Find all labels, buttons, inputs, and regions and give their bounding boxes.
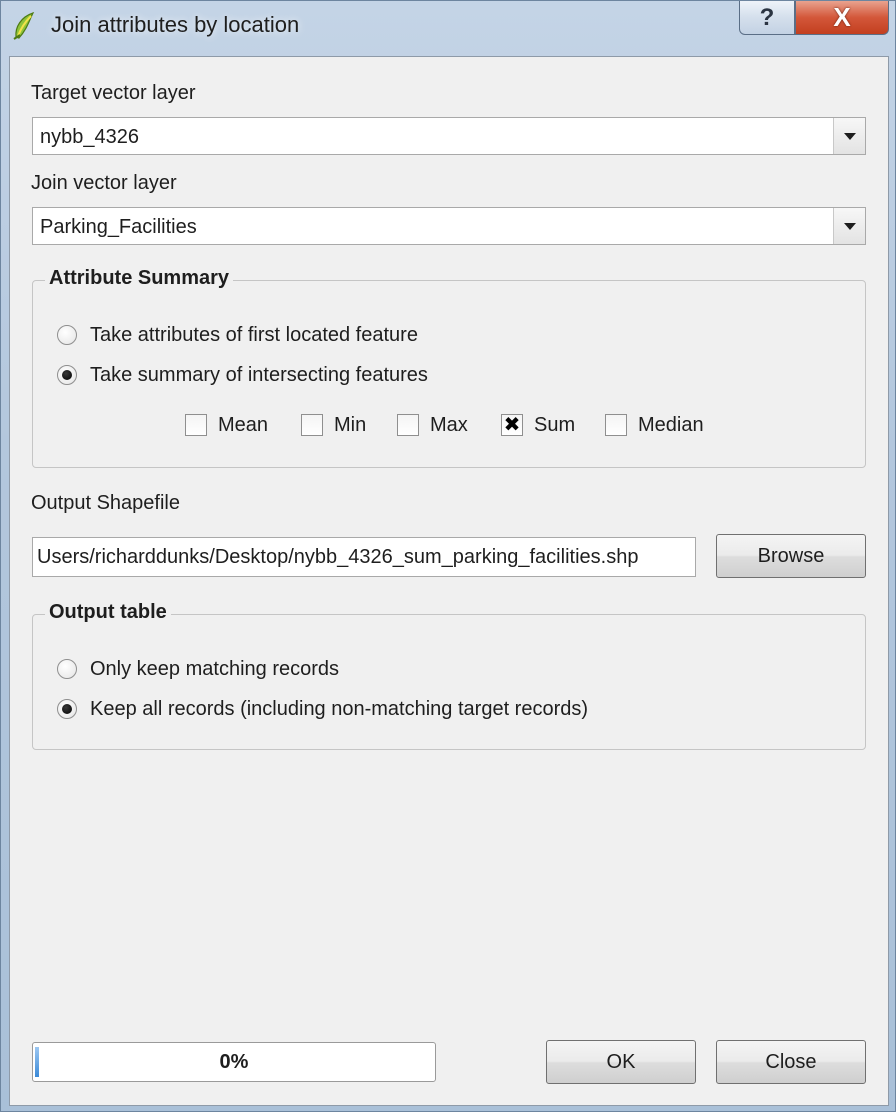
window-close-button[interactable]: X	[795, 1, 889, 35]
close-button[interactable]: Close	[716, 1040, 866, 1084]
ok-button[interactable]: OK	[546, 1040, 696, 1084]
target-layer-combo[interactable]: nybb_4326	[32, 117, 866, 155]
progress-text: 0%	[219, 1051, 249, 1073]
join-layer-label: Join vector layer	[31, 172, 177, 194]
join-layer-combo[interactable]: Parking_Facilities	[32, 207, 866, 245]
chevron-down-icon[interactable]	[833, 208, 865, 244]
sum-checkbox[interactable]: ✖	[501, 414, 523, 436]
matching-records-label[interactable]: Only keep matching records	[90, 658, 339, 681]
first-feature-radio[interactable]	[57, 325, 77, 345]
mean-label[interactable]: Mean	[218, 414, 268, 437]
join-layer-value: Parking_Facilities	[40, 216, 197, 238]
min-checkbox[interactable]	[301, 414, 323, 436]
target-layer-label: Target vector layer	[31, 82, 196, 104]
qgis-logo-icon	[13, 11, 35, 40]
output-table-group: Output table Only keep matching records …	[32, 601, 866, 750]
window-title: Join attributes by location	[51, 12, 300, 37]
attribute-summary-group: Attribute Summary Take attributes of fir…	[32, 267, 866, 468]
progress-bar: 0%	[32, 1042, 436, 1082]
median-checkbox[interactable]	[605, 414, 627, 436]
dialog-body: Target vector layer nybb_4326 Join vecto…	[9, 56, 889, 1106]
close-icon: X	[833, 2, 851, 32]
title-bar[interactable]: Join attributes by location ? X	[1, 1, 895, 53]
sum-label[interactable]: Sum	[534, 414, 575, 437]
max-label[interactable]: Max	[430, 414, 468, 437]
mean-checkbox[interactable]	[185, 414, 207, 436]
first-feature-label[interactable]: Take attributes of first located feature	[90, 324, 418, 347]
median-label[interactable]: Median	[638, 414, 704, 437]
summary-features-label[interactable]: Take summary of intersecting features	[90, 364, 428, 387]
min-label[interactable]: Min	[334, 414, 366, 437]
matching-records-radio[interactable]	[57, 659, 77, 679]
output-path-input[interactable]	[32, 537, 696, 577]
browse-button[interactable]: Browse	[716, 534, 866, 578]
summary-features-radio[interactable]	[57, 365, 77, 385]
all-records-label[interactable]: Keep all records (including non-matching…	[90, 698, 588, 721]
help-button[interactable]: ?	[739, 1, 795, 35]
chevron-down-icon[interactable]	[833, 118, 865, 154]
max-checkbox[interactable]	[397, 414, 419, 436]
output-table-title: Output table	[45, 601, 171, 624]
attribute-summary-title: Attribute Summary	[45, 267, 234, 290]
check-mark-icon: ✖	[503, 414, 521, 436]
all-records-radio[interactable]	[57, 699, 77, 719]
dialog-window: Join attributes by location ? X Target v…	[0, 0, 896, 1112]
target-layer-value: nybb_4326	[40, 126, 139, 148]
output-shapefile-label: Output Shapefile	[31, 492, 180, 514]
help-icon: ?	[759, 3, 775, 31]
